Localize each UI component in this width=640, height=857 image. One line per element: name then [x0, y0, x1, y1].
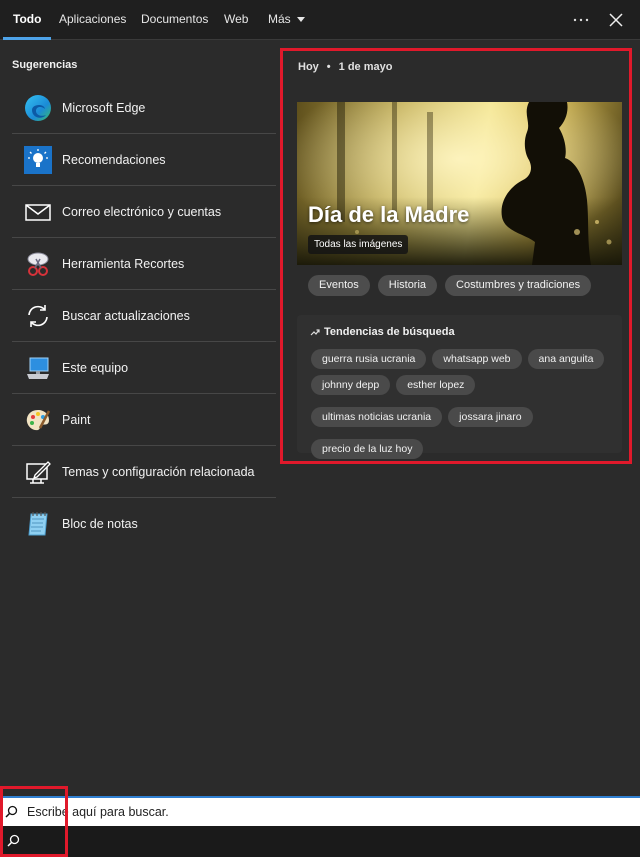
suggestion-microsoft-edge[interactable]: Microsoft Edge	[12, 82, 276, 134]
suggestion-label: Este equipo	[62, 360, 129, 375]
computer-icon	[24, 354, 52, 382]
chip-eventos[interactable]: Eventos	[308, 275, 370, 296]
today-panel: Hoy • 1 de mayo Día de la Madre Todas la…	[280, 48, 632, 464]
trend-chip[interactable]: guerra rusia ucrania	[311, 349, 427, 369]
suggestion-bloc-de-notas[interactable]: Bloc de notas	[12, 498, 276, 550]
suggestion-este-equipo[interactable]: Este equipo	[12, 342, 276, 394]
trend-chip[interactable]: whatsapp web	[432, 349, 522, 369]
all-images-button[interactable]: Todas las imágenes	[308, 235, 409, 254]
trend-chip[interactable]: precio de la luz hoy	[311, 439, 424, 459]
hero-title: Día de la Madre	[308, 202, 470, 227]
suggestion-temas[interactable]: Temas y configuración relacionada	[12, 446, 276, 498]
chevron-down-icon	[296, 17, 305, 23]
chip-costumbres[interactable]: Costumbres y tradiciones	[445, 275, 592, 296]
today-label: Hoy	[298, 61, 319, 73]
suggestion-correo[interactable]: Correo electrónico y cuentas	[12, 186, 276, 238]
trend-chip[interactable]: ultimas noticias ucrania	[311, 407, 443, 427]
suggestions-list: Microsoft Edge Recomendaciones Correo el…	[12, 82, 276, 550]
suggestion-paint[interactable]: Paint	[12, 394, 276, 446]
suggestion-label: Correo electrónico y cuentas	[62, 204, 222, 219]
trend-chip[interactable]: jossara jinaro	[448, 407, 533, 427]
trend-chip[interactable]: johnny depp	[311, 375, 391, 395]
trend-chip[interactable]: esther lopez	[396, 375, 476, 395]
ellipsis-icon[interactable]	[569, 8, 593, 32]
suggestion-label: Recomendaciones	[62, 152, 166, 167]
suggestion-label: Herramienta Recortes	[62, 256, 185, 271]
tab-documentos[interactable]: Documentos	[131, 0, 218, 40]
paint-palette-icon	[24, 406, 52, 434]
suggestion-actualizaciones[interactable]: Buscar actualizaciones	[12, 290, 276, 342]
theme-edit-icon	[24, 458, 52, 486]
tab-todo[interactable]: Todo	[3, 0, 52, 40]
trends-title-text: Tendencias de búsqueda	[324, 326, 455, 338]
snipping-tool-icon	[24, 250, 52, 278]
trend-chips: guerra rusia ucrania whatsapp web ana an…	[311, 349, 621, 459]
taskbar	[0, 826, 640, 857]
chip-historia[interactable]: Historia	[377, 275, 438, 296]
suggestion-label: Paint	[62, 412, 91, 427]
trends-box: Tendencias de búsqueda guerra rusia ucra…	[297, 315, 622, 459]
topic-chips: Eventos Historia Costumbres y tradicione…	[308, 275, 592, 296]
search-bar[interactable]	[0, 796, 640, 826]
refresh-icon	[24, 302, 52, 330]
today-date-line: Hoy • 1 de mayo	[298, 61, 393, 73]
tab-mas[interactable]: Más	[258, 0, 315, 40]
top-nav: Todo Aplicaciones Documentos Web Más	[0, 0, 640, 40]
edge-icon	[24, 94, 52, 122]
suggestion-label: Buscar actualizaciones	[62, 308, 190, 323]
suggestion-label: Microsoft Edge	[62, 100, 146, 115]
suggestion-recortes[interactable]: Herramienta Recortes	[12, 238, 276, 290]
suggestions-title: Sugerencias	[12, 59, 78, 71]
suggestion-label: Temas y configuración relacionada	[62, 464, 255, 479]
today-date: 1 de mayo	[338, 61, 393, 73]
mail-icon	[24, 198, 52, 226]
lightbulb-icon	[24, 145, 52, 174]
search-input[interactable]	[25, 804, 609, 820]
suggestion-label: Bloc de notas	[62, 517, 138, 531]
suggestion-recomendaciones[interactable]: Recomendaciones	[12, 134, 276, 186]
taskbar-search-icon[interactable]	[7, 834, 20, 847]
tab-aplicaciones[interactable]: Aplicaciones	[49, 0, 136, 40]
tab-mas-label: Más	[268, 12, 291, 26]
trend-chip[interactable]: ana anguita	[527, 349, 605, 369]
hero-image-card[interactable]: Día de la Madre Todas las imágenes	[297, 102, 622, 265]
close-icon[interactable]	[604, 8, 628, 32]
tab-web[interactable]: Web	[214, 0, 258, 40]
trending-arrow-icon	[310, 328, 320, 336]
search-icon	[5, 805, 18, 823]
trends-title: Tendencias de búsqueda	[310, 326, 455, 338]
notepad-icon	[24, 510, 52, 538]
